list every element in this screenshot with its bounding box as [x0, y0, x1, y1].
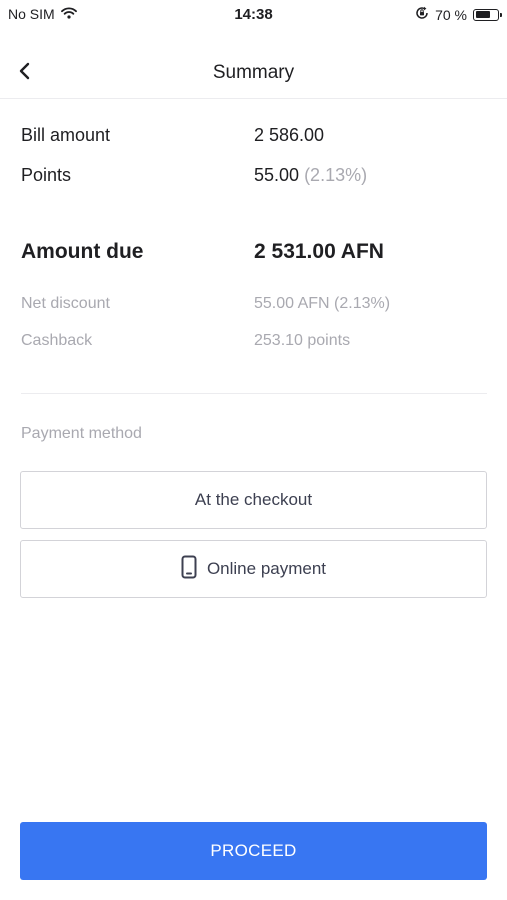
points-value: 55.00: [254, 165, 300, 185]
bill-amount-label: Bill amount: [21, 125, 111, 145]
page-title: Summary: [212, 62, 295, 83]
online-payment-button[interactable]: Online payment: [20, 540, 487, 598]
orientation-lock-icon: [415, 6, 429, 23]
phone-icon: [181, 555, 197, 584]
net-discount-label: Net discount: [21, 295, 110, 312]
points-percent: (2.13%): [304, 165, 368, 185]
battery-percent: 70 %: [435, 6, 467, 23]
battery-icon: [473, 8, 502, 21]
bill-amount-value: 2 586.00: [254, 125, 325, 145]
online-payment-label: Online payment: [206, 559, 327, 578]
battery-fill: [475, 11, 491, 18]
battery-cap: [500, 12, 502, 17]
at-checkout-label: At the checkout: [194, 490, 313, 509]
cashback-value: 253.10 points: [254, 332, 351, 349]
points-label: Points: [21, 165, 72, 185]
amount-due-value: 2 531.00 AFN: [254, 240, 384, 263]
proceed-label: PROCEED: [210, 841, 297, 860]
cashback-label: Cashback: [21, 332, 93, 349]
at-checkout-button[interactable]: At the checkout: [20, 471, 487, 529]
status-bar: No SIM 14:38 70 %: [0, 0, 507, 30]
proceed-button[interactable]: PROCEED: [20, 822, 487, 880]
amount-due-label: Amount due: [21, 240, 144, 263]
nav-bar: Summary: [0, 48, 507, 99]
points-value-group: 55.00 (2.13%): [254, 165, 367, 186]
payment-method-label: Payment method: [21, 425, 142, 442]
status-right-group: 70 %: [415, 6, 502, 23]
divider: [21, 393, 487, 394]
net-discount-value: 55.00 AFN (2.13%): [254, 295, 391, 312]
